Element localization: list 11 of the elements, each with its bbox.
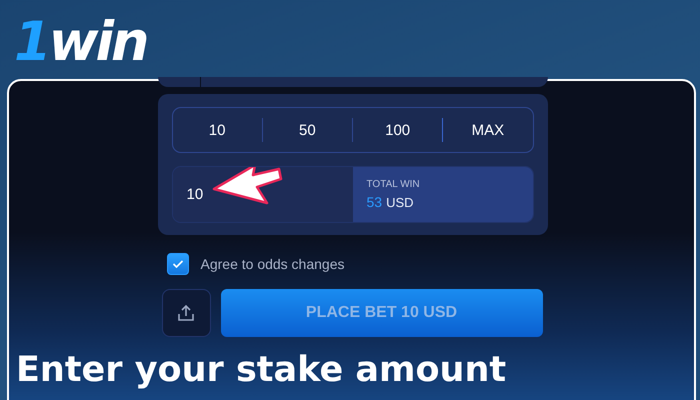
check-icon <box>172 259 184 269</box>
quick-amount-button[interactable]: 10 <box>172 108 262 152</box>
share-icon <box>177 304 195 322</box>
caption: Enter your stake amount <box>16 349 506 392</box>
quick-amount-button[interactable]: 100 <box>353 108 442 152</box>
checkbox[interactable] <box>166 253 188 275</box>
checkbox-label: Agree to odds changes <box>200 256 344 272</box>
quick-amount-button[interactable]: 50 <box>262 108 352 152</box>
quick-amount-button[interactable]: MAX <box>443 108 532 152</box>
logo: 1win <box>14 12 146 74</box>
share-button[interactable] <box>162 289 210 337</box>
